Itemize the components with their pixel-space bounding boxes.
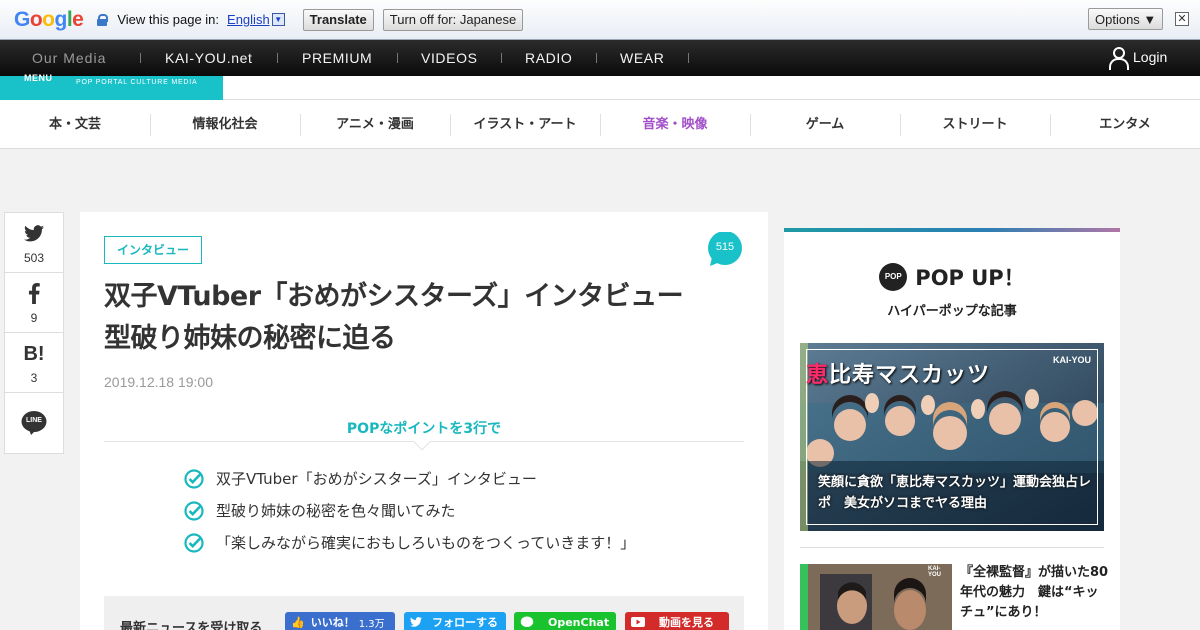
category-nav: 本・文芸 情報化社会 アニメ・漫画 イラスト・アート 音楽・映像 ゲーム ストリ… [0, 100, 1200, 149]
featured-caption: 笑顔に貪欲「恵比寿マスカッツ」運動会独占レポ 美女がソコまでヤる理由 [818, 475, 1092, 511]
thumb-brand: KAI-YOU [928, 566, 942, 578]
menu-label: MENU [24, 73, 53, 83]
article-tag[interactable]: インタビュー [104, 236, 202, 264]
nav-item-videos[interactable]: VIDEOS [421, 50, 478, 66]
openchat-label: OpenChat [548, 615, 610, 629]
nav-divider [140, 53, 141, 63]
category-information-society[interactable]: 情報化社会 [150, 100, 300, 149]
article-title-line2: 型破り姉妹の秘密に迫る [104, 323, 396, 354]
line-share-button[interactable]: LINE [5, 393, 63, 453]
point-text: 「楽しみながら確実におもしろいものをつくっていきます！」 [216, 534, 636, 552]
nav-divider [688, 53, 689, 63]
follow-label: フォローする [432, 616, 498, 629]
translate-bar: Google View this page in: English ▼ Tran… [0, 0, 1200, 40]
category-game[interactable]: ゲーム [750, 100, 900, 149]
nav-divider [397, 53, 398, 63]
share-bar: 503 9 B! 3 LINE [4, 212, 64, 454]
line-icon [520, 616, 534, 627]
user-icon [1108, 46, 1129, 70]
nav-divider [501, 53, 502, 63]
popup-sidebar: POP POP UP！ ハイパーポップな記事 恵比寿マスカッツ KAI-YOU … [784, 228, 1120, 630]
thumbs-up-icon: 👍 [291, 615, 305, 629]
login-button[interactable]: Login [1108, 46, 1168, 70]
category-music-video[interactable]: 音楽・映像 [600, 100, 750, 149]
chevron-down-icon[interactable]: ▼ [271, 13, 285, 26]
featured-image-heading: 恵比寿マスカッツ [806, 363, 991, 388]
article: インタビュー 515 双子VTuber「おめがシスターズ」インタビュー 型破り姉… [80, 212, 768, 630]
news-label: 最新ニュースを受け取る [120, 621, 263, 630]
twitter-icon [24, 225, 44, 242]
featured-article-card[interactable]: 恵比寿マスカッツ KAI-YOU 笑顔に貪欲「恵比寿マスカッツ」運動会独占レポ … [800, 343, 1104, 531]
point-text: 双子VTuber「おめがシスターズ」インタビュー [216, 470, 537, 488]
line-openchat-button[interactable]: OpenChat [514, 612, 616, 630]
line-label: LINE [26, 417, 42, 424]
nav-item-wear[interactable]: WEAR [620, 50, 664, 66]
category-illust-art[interactable]: イラスト・アート [450, 100, 600, 149]
featured-brand: KAI-YOU [1053, 355, 1091, 365]
category-street[interactable]: ストリート [900, 100, 1050, 149]
facebook-like-button[interactable]: 👍 いいね！ 1.3万 [285, 612, 395, 630]
nav-divider [596, 53, 597, 63]
login-label: Login [1133, 49, 1168, 65]
comment-count: 515 [715, 241, 735, 253]
comment-count-badge[interactable]: 515 [706, 231, 744, 266]
check-circle-icon [184, 468, 204, 489]
facebook-icon [28, 283, 40, 304]
check-circle-icon [184, 500, 204, 521]
google-logo: Google [14, 7, 84, 31]
like-count: 1.3万 [358, 618, 385, 630]
twitter-follow-button[interactable]: フォローする [404, 612, 506, 630]
nav-divider [277, 53, 278, 63]
youtube-icon [631, 617, 645, 627]
category-books[interactable]: 本・文芸 [0, 100, 150, 149]
point-item: 双子VTuber「おめがシスターズ」インタビュー [184, 468, 537, 489]
point-text: 型破り姉妹の秘密を色々聞いてみた [216, 502, 456, 520]
site-tagline: POP PORTAL CULTURE MEDIA [76, 79, 198, 86]
facebook-share-button[interactable]: 9 [5, 273, 63, 333]
pop-badge-icon: POP [879, 263, 908, 291]
video-label: 動画を見る [659, 616, 714, 629]
popup-heading: POP POP UP！ [784, 262, 1120, 292]
language-select[interactable]: English [227, 12, 270, 27]
point-item: 「楽しみながら確実におもしろいものをつくっていきます！」 [184, 532, 635, 553]
close-icon[interactable]: ✕ [1175, 12, 1189, 26]
article-title: 双子VTuber「おめがシスターズ」インタビュー 型破り姉妹の秘密に迫る [104, 276, 744, 360]
article-title-line1: 双子VTuber「おめがシスターズ」インタビュー [104, 281, 684, 312]
our-media-label: Our Media [32, 50, 107, 66]
category-entertainment[interactable]: エンタメ [1050, 100, 1200, 149]
sidebar-divider [800, 547, 1104, 548]
article-card-title[interactable]: 『全裸監督』が描いた80年代の魅力 鍵は“キッチュ”にあり！ [960, 563, 1110, 623]
nav-item-kai-you[interactable]: KAI-YOU.net [165, 50, 253, 66]
site-header: MENU POP PORTAL CULTURE MEDIA [0, 73, 1200, 100]
turn-off-button[interactable]: Turn off for: Japanese [382, 8, 524, 31]
news-follow-box: 最新ニュースを受け取る 👍 いいね！ 1.3万 フォローする OpenChat … [104, 596, 744, 630]
article-date: 2019.12.18 19:00 [104, 374, 213, 390]
nav-item-radio[interactable]: RADIO [525, 50, 572, 66]
article-thumbnail[interactable]: KAI-YOU [800, 564, 952, 630]
twitter-icon [410, 617, 422, 627]
like-label: いいね！ [310, 616, 355, 629]
twitter-share-button[interactable]: 503 [5, 213, 63, 273]
point-item: 型破り姉妹の秘密を色々聞いてみた [184, 500, 456, 521]
check-circle-icon [184, 532, 204, 553]
hatena-count: 3 [30, 371, 38, 385]
options-button[interactable]: Options ▼ [1088, 8, 1164, 30]
nav-item-premium[interactable]: PREMIUM [302, 50, 372, 66]
lock-icon [97, 13, 109, 26]
popup-subtitle: ハイパーポップな記事 [887, 304, 1017, 319]
category-anime-manga[interactable]: アニメ・漫画 [300, 100, 450, 149]
popup-title: POP UP！ [915, 266, 1025, 290]
hatena-icon: B! [23, 343, 45, 365]
view-page-text: View this page in: [117, 12, 220, 27]
translate-button[interactable]: Translate [302, 8, 374, 31]
top-nav: Our Media KAI-YOU.net PREMIUM VIDEOS RAD… [0, 40, 1200, 76]
facebook-count: 9 [30, 311, 38, 325]
menu-button[interactable]: MENU POP PORTAL CULTURE MEDIA [0, 73, 223, 100]
hatena-bookmark-button[interactable]: B! 3 [5, 333, 63, 393]
youtube-button[interactable]: 動画を見る [625, 612, 729, 630]
twitter-count: 503 [23, 251, 45, 265]
